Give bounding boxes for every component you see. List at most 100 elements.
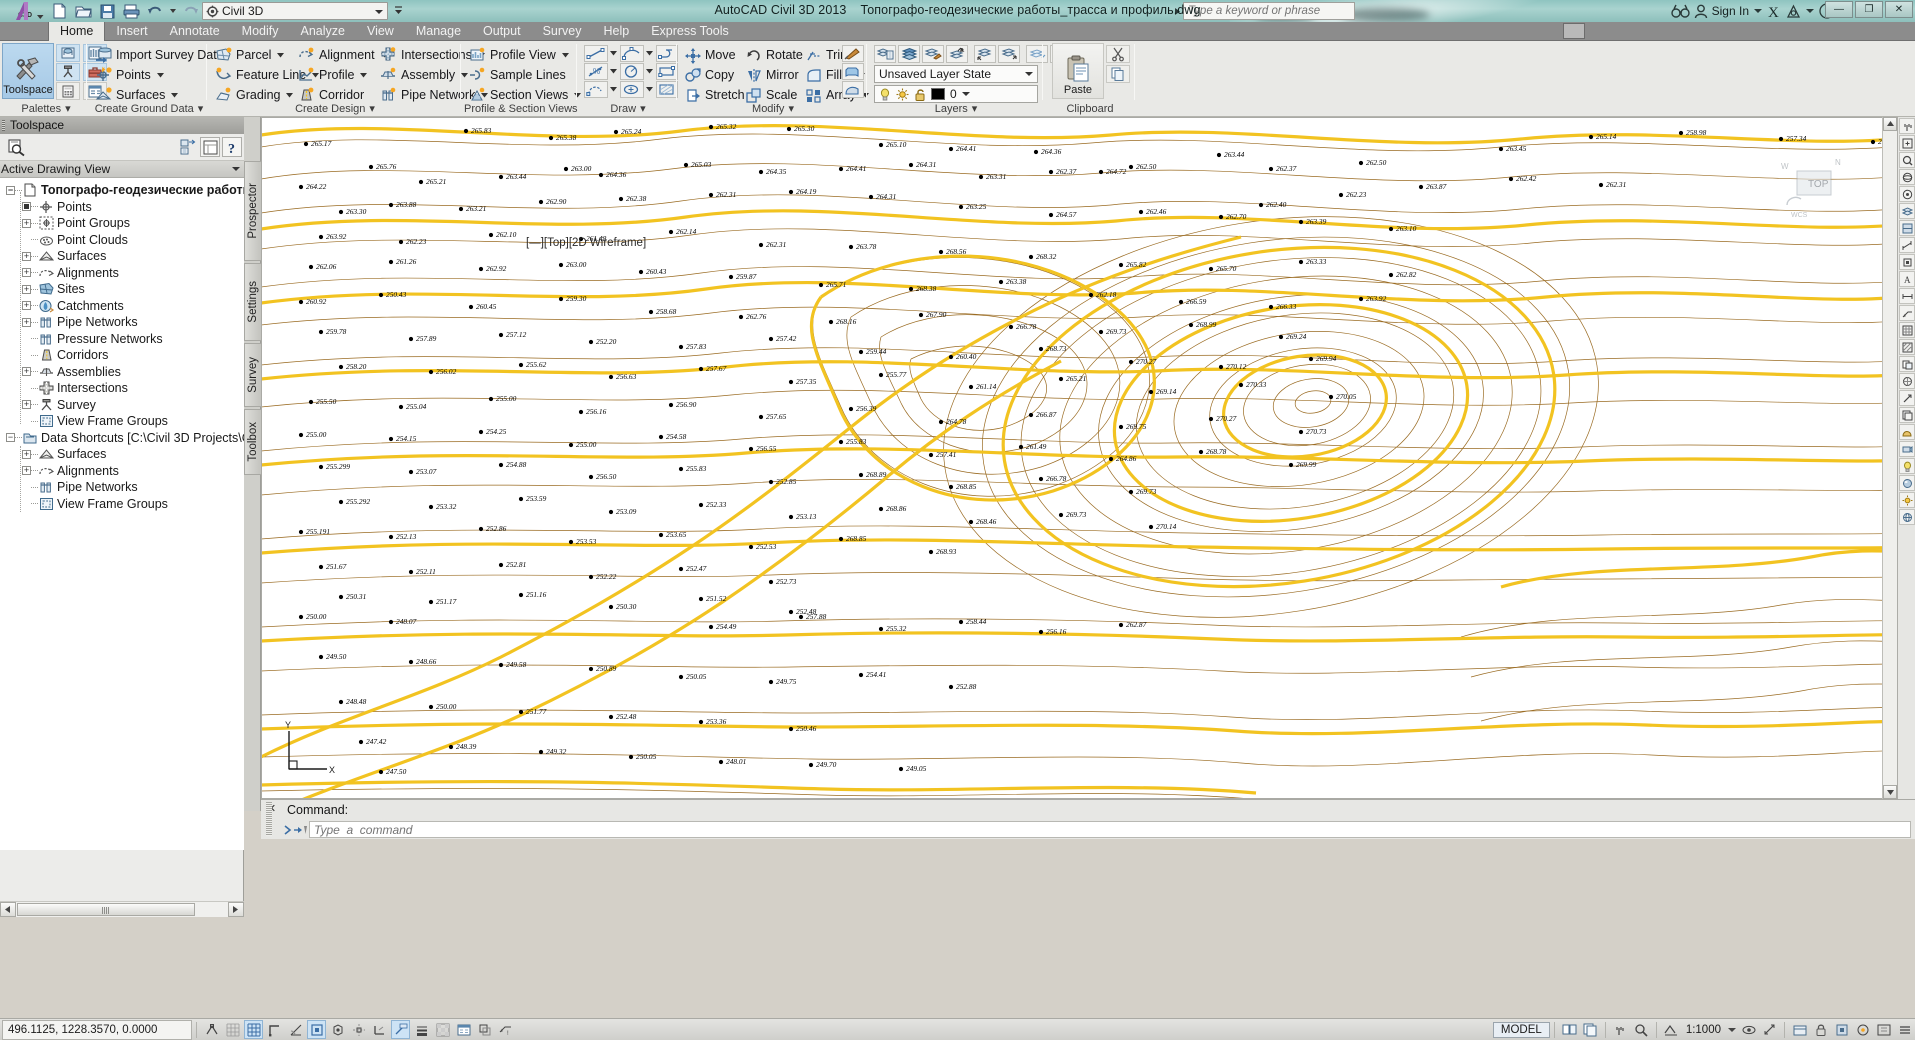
elevation-point-marker[interactable] [518,362,524,368]
elevation-point-marker[interactable] [1118,262,1124,268]
panorama-icon[interactable] [56,44,80,62]
layer-set-current-icon[interactable] [898,45,920,63]
current-layer-chevron-icon[interactable] [961,91,970,97]
steering-wheel-icon[interactable] [1899,186,1915,202]
zoom-icon[interactable] [1632,1020,1651,1039]
selection-cycling-toggle[interactable] [475,1020,494,1039]
elevation-point-marker[interactable] [498,174,504,180]
expander-plus-icon-3[interactable]: + [22,268,31,278]
viewport-control-label[interactable]: [—] [526,237,544,249]
mirror-button[interactable]: Mirror [746,66,799,85]
elevation-point-marker[interactable] [748,544,754,550]
elevation-point-marker[interactable] [548,135,554,141]
sheet-set-icon[interactable] [1899,407,1915,423]
elevation-point-marker[interactable] [318,329,324,335]
viewport-view-label[interactable]: [Top] [544,237,569,249]
points-dropdown-icon[interactable] [156,73,164,78]
elevation-point-marker[interactable] [498,662,504,668]
tree-node-catchments[interactable]: + Catchments [0,298,244,315]
layer-properties-icon[interactable] [874,45,896,63]
elevation-point-marker[interactable] [538,199,544,205]
elevation-point-marker[interactable] [1388,272,1394,278]
elevation-point-marker[interactable] [608,714,614,720]
import-survey-data-button[interactable]: Import Survey Data [95,46,224,65]
elevation-point-marker[interactable] [708,624,714,630]
copy-clip-icon[interactable] [1106,65,1130,83]
elevation-point-marker[interactable] [758,169,764,175]
quick-view-layouts-icon[interactable] [1560,1020,1579,1039]
elevation-point-marker[interactable] [1198,449,1204,455]
view-selector-chevron-icon[interactable] [232,166,240,172]
external-ref-icon[interactable] [1899,390,1915,406]
elevation-point-marker[interactable] [1678,130,1684,136]
hatch-icon[interactable]: % [584,63,608,80]
layer-previous-icon[interactable] [946,45,968,63]
transparency-toggle[interactable] [433,1020,452,1039]
layer-state-selector[interactable]: Unsaved Layer State [874,65,1038,83]
elevation-point-marker[interactable] [1278,334,1284,340]
elevation-point-marker[interactable] [1088,292,1094,298]
elevation-point-marker[interactable] [428,369,434,375]
elevation-point-marker[interactable] [658,434,664,440]
elevation-point-marker[interactable] [683,162,689,168]
elevation-point-marker[interactable] [1098,329,1104,335]
elevation-point-marker[interactable] [698,502,704,508]
rotate-button[interactable]: Rotate [746,46,803,65]
panel-dropdown-arrow-3[interactable]: ▾ [369,102,375,117]
layer-isolate-icon[interactable] [974,45,996,63]
layer-walk-icon[interactable] [1899,203,1915,219]
elevation-point-marker[interactable] [858,672,864,678]
expander-plus-icon-5[interactable]: + [22,301,31,311]
elevation-point-marker[interactable] [468,304,474,310]
elevation-point-marker[interactable] [1258,202,1264,208]
annotation-scale-label[interactable]: 1:1000 [1682,1024,1725,1036]
expander-plus-icon-8[interactable]: + [22,400,31,410]
expander-plus-icon-2[interactable]: + [22,251,31,261]
elevation-point-marker[interactable] [578,409,584,415]
zoom-window-icon[interactable] [1899,152,1915,168]
profile-button[interactable]: Profile [298,66,368,85]
elevation-point-marker[interactable] [428,599,434,605]
elevation-point-marker[interactable] [878,626,884,632]
elevation-point-marker[interactable] [788,514,794,520]
elevation-point-marker[interactable] [1138,209,1144,215]
elevation-point-marker[interactable] [338,209,344,215]
elevation-point-marker[interactable] [298,529,304,535]
elevation-point-marker[interactable] [838,439,844,445]
elevation-point-marker[interactable] [1038,476,1044,482]
elevation-point-marker[interactable] [798,614,804,620]
elevation-point-marker[interactable] [498,332,504,338]
tree-node-alignments[interactable]: + Alignments [0,265,244,282]
3d-object-snap-toggle[interactable] [328,1020,347,1039]
layer-match-icon[interactable] [922,45,944,63]
elevation-point-marker[interactable] [1058,376,1064,382]
object-snap-toggle[interactable] [307,1020,326,1039]
elevation-point-marker[interactable] [478,266,484,272]
elevation-point-marker[interactable] [958,204,964,210]
elevation-point-marker[interactable] [588,339,594,345]
tab-output[interactable]: Output [472,22,532,41]
tree-node-ds-view-frame-groups[interactable]: View Frame Groups [0,496,244,513]
scroll-left-button[interactable] [0,902,16,917]
pan-icon[interactable] [1611,1020,1630,1039]
tab-survey[interactable]: Survey [244,343,261,407]
tree-node-corridors[interactable]: Corridors [0,347,244,364]
elevation-point-marker[interactable] [718,759,724,765]
tree-node-view-frame-groups[interactable]: View Frame Groups [0,413,244,430]
elevation-point-marker[interactable] [518,709,524,715]
elevation-point-marker[interactable] [1388,226,1394,232]
scale-chevron-icon[interactable] [1726,1020,1737,1039]
elevation-point-marker[interactable] [788,379,794,385]
tab-settings[interactable]: Settings [244,263,261,341]
elevation-point-marker[interactable] [338,364,344,370]
measure-icon[interactable] [1899,237,1915,253]
assembly-button[interactable]: Assembly [380,66,469,85]
elevation-point-marker[interactable] [568,539,574,545]
tab-insert[interactable]: Insert [105,22,158,41]
elevation-point-marker[interactable] [463,128,469,134]
grading-dropdown-icon[interactable] [286,93,294,98]
elevation-point-marker[interactable] [668,229,674,235]
tab-view[interactable]: View [356,22,405,41]
elevation-point-marker[interactable] [378,292,384,298]
xref-icon[interactable] [1899,356,1915,372]
